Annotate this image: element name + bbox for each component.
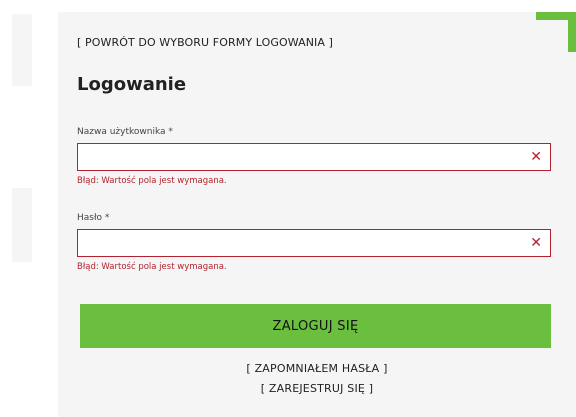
error-x-icon: ✕ xyxy=(530,149,542,165)
password-input[interactable] xyxy=(78,230,534,256)
username-label: Nazwa użytkownika * xyxy=(77,127,173,137)
error-x-icon: ✕ xyxy=(530,235,542,251)
side-decoration-top xyxy=(12,14,32,86)
password-label: Hasło * xyxy=(77,213,110,223)
login-button[interactable]: ZALOGUJ SIĘ xyxy=(80,304,551,348)
username-error-message: Błąd: Wartość pola jest wymagana. xyxy=(77,176,227,186)
forgot-password-link[interactable]: [ ZAPOMNIAŁEM HASŁA ] xyxy=(58,362,576,375)
side-decoration-bottom xyxy=(12,188,32,262)
back-to-login-options-link[interactable]: [ POWRÓT DO WYBORU FORMY LOGOWANIA ] xyxy=(77,36,333,49)
green-corner-decoration xyxy=(536,12,576,52)
password-error-message: Błąd: Wartość pola jest wymagana. xyxy=(77,262,227,272)
login-panel: [ POWRÓT DO WYBORU FORMY LOGOWANIA ] Log… xyxy=(58,12,576,417)
login-page: [ POWRÓT DO WYBORU FORMY LOGOWANIA ] Log… xyxy=(0,0,576,417)
page-title: Logowanie xyxy=(77,74,187,95)
password-field-wrapper: ✕ xyxy=(77,229,551,257)
green-corner-bar-vertical xyxy=(568,12,576,52)
register-link[interactable]: [ ZAREJESTRUJ SIĘ ] xyxy=(58,382,576,395)
username-field-wrapper: ✕ xyxy=(77,143,551,171)
username-input[interactable] xyxy=(78,144,534,170)
